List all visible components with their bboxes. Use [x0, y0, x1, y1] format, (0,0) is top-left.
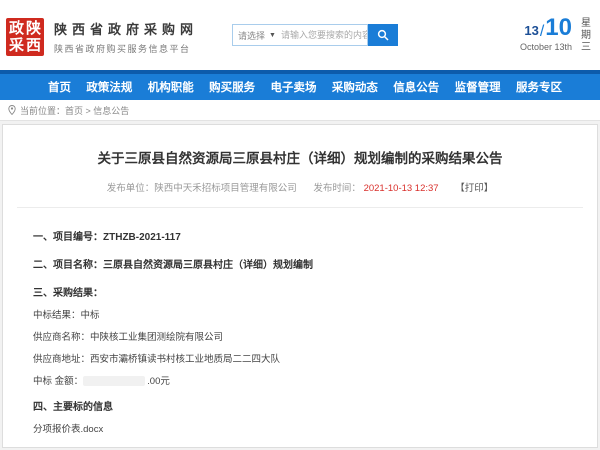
project-name-label: 二、项目名称： [33, 260, 103, 271]
nav-item-service-zone[interactable]: 服务专区 [516, 79, 562, 95]
seal-char: 陕 [25, 20, 42, 37]
date-month-number: 10 [545, 16, 572, 40]
date-numbers: 13 / 10 [520, 16, 572, 40]
search-icon [377, 29, 389, 41]
nav-item-policies[interactable]: 政策法规 [86, 79, 132, 95]
location-pin-icon [8, 105, 16, 115]
supplier-name-label: 供应商名称： [33, 332, 90, 343]
project-name-value: 三原县自然资源局三原县村庄（详细）规划编制 [103, 260, 313, 271]
supplier-name-line: 供应商名称：中陕核工业集团测绘院有限公司 [33, 329, 567, 343]
seal-char: 政 [8, 20, 25, 37]
nav-item-purchase-service[interactable]: 购买服务 [209, 79, 255, 95]
attachment-file[interactable]: 分项报价表.docx [33, 421, 567, 435]
nav-item-e-mall[interactable]: 电子卖场 [271, 79, 317, 95]
publisher-value: 陕西中天禾招标项目管理有限公司 [154, 183, 297, 194]
breadcrumb: 当前位置： 首页 > 信息公告 [0, 100, 600, 121]
nav-item-functions[interactable]: 机构职能 [148, 79, 194, 95]
bid-result-value: 中标 [81, 310, 100, 321]
project-number-value: ZTHZB-2021-117 [103, 232, 181, 243]
supplier-address-line: 供应商地址：西安市灞桥镇读书村核工业地质局二二四大队 [33, 351, 567, 365]
nav-item-supervision[interactable]: 监督管理 [455, 79, 501, 95]
bid-result-label: 中标结果： [33, 310, 81, 321]
publish-time-label: 发布时间： [313, 183, 361, 194]
section-procurement-result: 三、采购结果： [33, 284, 567, 299]
date-separator: / [540, 24, 544, 40]
chevron-down-icon: ▼ [269, 32, 276, 39]
date-day: 13 [524, 24, 538, 37]
bid-amount-label: 中标 金额： [33, 376, 83, 387]
search-box: 请选择 ▼ [232, 24, 368, 46]
publisher-line: 发布单位：陕西中天禾招标项目管理有限公司 [107, 183, 297, 194]
search-bar: 请选择 ▼ [232, 24, 398, 46]
article-meta: 发布单位：陕西中天禾招标项目管理有限公司 发布时间： 2021-10-13 12… [3, 180, 597, 194]
article-body: 一、项目编号：ZTHZB-2021-117 二、项目名称：三原县自然资源局三原县… [3, 208, 597, 448]
print-button[interactable]: 【打印】 [455, 183, 493, 194]
search-select-label: 请选择 [238, 29, 265, 42]
publish-time-value: 2021-10-13 12:37 [364, 183, 439, 194]
project-number-label: 一、项目编号： [33, 232, 103, 243]
main-nav: 首页 政策法规 机构职能 购买服务 电子卖场 采购动态 信息公告 监督管理 服务… [0, 74, 600, 100]
section-project-name: 二、项目名称：三原县自然资源局三原县村庄（详细）规划编制 [33, 256, 567, 271]
site-titles: 陕西省政府采购网 陕西省政府购买服务信息平台 [54, 19, 198, 55]
date-display: 13 / 10 October 13th [520, 16, 572, 52]
supplier-address-label: 供应商地址： [33, 354, 90, 365]
bid-amount-suffix: .00元 [147, 376, 170, 387]
article-panel: 关于三原县自然资源局三原县村庄（详细）规划编制的采购结果公告 发布单位：陕西中天… [2, 124, 598, 448]
seal-char: 采 [8, 37, 25, 54]
article-title: 关于三原县自然资源局三原县村庄（详细）规划编制的采购结果公告 [3, 147, 597, 167]
bid-amount-line: 中标 金额： .00元 [33, 373, 567, 387]
section-project-number: 一、项目编号：ZTHZB-2021-117 [33, 228, 567, 243]
nav-item-announcements[interactable]: 信息公告 [393, 79, 439, 95]
breadcrumb-path[interactable]: 首页 > 信息公告 [65, 104, 129, 117]
search-category-select[interactable]: 请选择 ▼ [233, 29, 281, 42]
nav-item-procurement-news[interactable]: 采购动态 [332, 79, 378, 95]
site-header: 政 陕 采 西 陕西省政府采购网 陕西省政府购买服务信息平台 请选择 ▼ 13 [0, 0, 600, 70]
section-committee: 五、评标委员会名单： [33, 446, 567, 448]
section-subject-info: 四、主要标的信息 [33, 398, 567, 413]
site-title: 陕西省政府采购网 [54, 19, 198, 38]
search-input[interactable] [281, 26, 367, 44]
site-logo[interactable]: 政 陕 采 西 陕西省政府采购网 陕西省政府购买服务信息平台 [6, 18, 198, 56]
supplier-name-value: 中陕核工业集团测绘院有限公司 [90, 332, 223, 343]
seal-char: 西 [25, 37, 42, 54]
site-subtitle: 陕西省政府购买服务信息平台 [54, 42, 198, 55]
date-weekday: 星期三 [580, 18, 592, 54]
search-button[interactable] [368, 24, 398, 46]
supplier-address-value: 西安市灞桥镇读书村核工业地质局二二四大队 [90, 354, 280, 365]
logo-seal-icon: 政 陕 采 西 [6, 18, 44, 56]
bid-amount-redacted-value [83, 376, 145, 386]
bid-result-line: 中标结果：中标 [33, 307, 567, 321]
nav-item-home[interactable]: 首页 [48, 79, 71, 95]
date-month-name: October 13th [520, 42, 572, 52]
breadcrumb-label: 当前位置： [20, 104, 65, 117]
publisher-label: 发布单位： [107, 183, 155, 194]
